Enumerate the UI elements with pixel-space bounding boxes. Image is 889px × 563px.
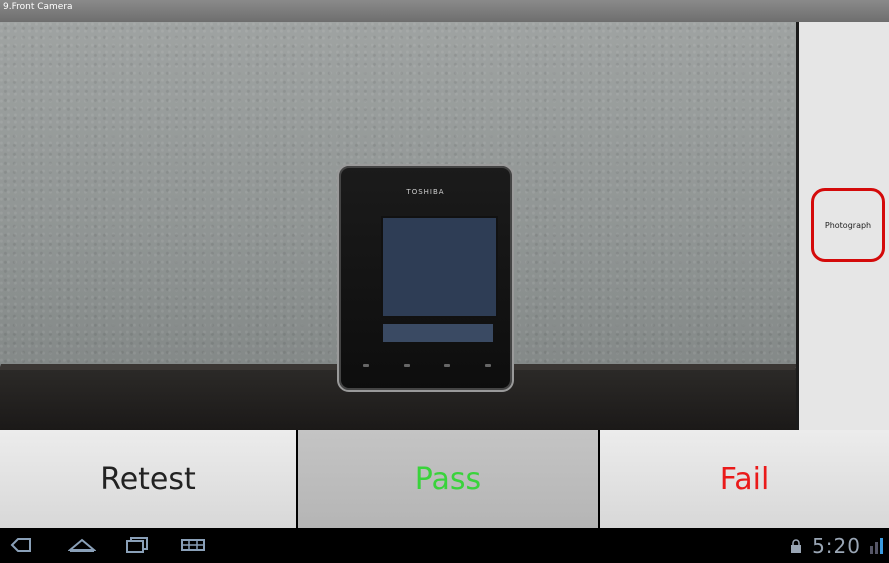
system-nav-bar: 5:20 — [0, 528, 889, 563]
clock: 5:20 — [812, 533, 861, 558]
signal-icon — [870, 537, 883, 554]
pass-button[interactable]: Pass — [298, 430, 598, 528]
device-screen — [381, 216, 498, 318]
photograph-button[interactable]: Photograph — [811, 188, 885, 262]
photograph-button-label: Photograph — [824, 220, 872, 230]
menu-icon[interactable] — [180, 537, 206, 553]
retest-button[interactable]: Retest — [0, 430, 296, 528]
phone-in-preview: TOSHIBA — [337, 164, 514, 392]
back-icon[interactable] — [8, 537, 34, 553]
device-key — [444, 364, 451, 367]
device-key — [403, 364, 410, 367]
fail-button[interactable]: Fail — [600, 430, 889, 528]
window-title: 9.Front Camera — [0, 0, 889, 22]
device-key — [484, 364, 491, 367]
device-brand: TOSHIBA — [406, 188, 445, 196]
device-key — [363, 364, 369, 367]
lock-icon — [791, 538, 802, 553]
capture-panel: Photograph — [796, 22, 889, 430]
camera-preview: TOSHIBA — [0, 22, 796, 430]
device-keys — [363, 364, 491, 367]
home-icon[interactable] — [68, 537, 96, 553]
action-buttons: Retest Pass Fail — [0, 430, 889, 528]
recents-icon[interactable] — [124, 537, 150, 553]
status-area[interactable]: 5:20 — [790, 528, 889, 563]
device-bar — [383, 324, 493, 342]
